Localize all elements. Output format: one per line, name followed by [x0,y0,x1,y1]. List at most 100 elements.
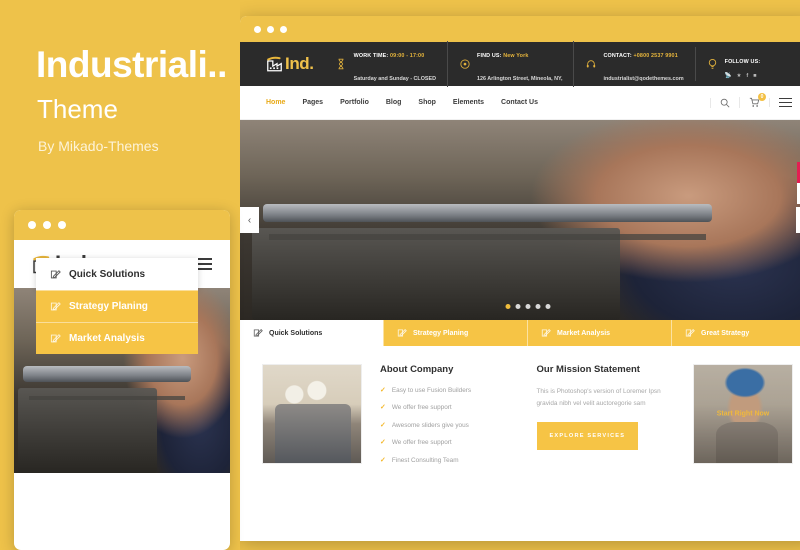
nav-item-shop[interactable]: Shop [418,99,436,106]
edit-square-icon [685,328,695,337]
topbar-find-us: FIND US: New York 126 Arlington Street, … [447,40,573,88]
list-item: ✓ Easy to use Fusion Builders [380,386,519,397]
slider-dot-2[interactable] [515,304,520,309]
nav-item-blog[interactable]: Blog [386,99,402,106]
start-right-now-card[interactable]: Start Right Now [693,364,793,464]
work-time-value: Saturday and Sunday - CLOSED [353,76,436,82]
nav-tools: 0 [710,93,800,108]
check-icon: ✓ [380,386,386,394]
mobile-window-chrome [14,210,230,240]
list-item: ✓ Finest Consulting Team [380,456,519,467]
find-us-label: FIND US: New York [477,52,529,59]
edit-square-icon [253,328,263,337]
tab-market-analysis[interactable]: Market Analysis [527,320,671,346]
mission-paragraph: This is Photoshop's version of Loremer I… [536,387,661,407]
topbar-follow-us: FOLLOW US: 📡 ★ f ■ [694,47,772,81]
social-links[interactable]: 📡 ★ f ■ [725,73,761,81]
edit-square-icon [541,328,551,337]
list-item: ✓ Awesome sliders give yous [380,421,519,432]
window-dot-close[interactable] [28,221,36,229]
nav-item-list: Home Pages Portfolio Blog Shop Elements … [266,99,710,106]
feature-tab-bar: Quick Solutions Strategy Planing Market … [240,320,800,346]
mobile-tab-label: Market Analysis [69,333,145,344]
slider-pagination [505,304,550,309]
factory-icon [267,56,282,72]
mobile-tab-label: Quick Solutions [69,268,146,280]
mobile-tab-market-analysis[interactable]: Market Analysis [36,322,198,354]
slider-dot-4[interactable] [535,304,540,309]
mission-heading: Our Mission Statement [536,364,640,375]
tab-label: Quick Solutions [269,329,323,337]
rss-icon[interactable]: 📡 [725,73,732,81]
instagram-icon[interactable]: ■ [753,73,756,81]
menu-button[interactable] [769,97,800,108]
slider-dot-3[interactable] [525,304,530,309]
tab-quick-solutions[interactable]: Quick Solutions [240,320,383,346]
check-icon: ✓ [380,439,386,447]
hero-slider: ‹ › ◉ 🛒 [240,120,800,320]
topbar-contact: CONTACT: +0800 2537 9901 industrialist@q… [573,40,694,88]
edit-square-icon [397,328,407,337]
nav-item-home[interactable]: Home [266,99,285,106]
hourglass-icon [336,57,347,71]
window-dot-minimize[interactable] [267,25,274,33]
slider-prev-button[interactable]: ‹ [240,207,259,233]
workers-photo-image [263,365,361,463]
window-dot-close[interactable] [254,25,261,33]
topbar-work-time: WORK TIME: 09:00 - 17:00 Saturday and Su… [336,41,447,87]
tab-great-strategy[interactable]: Great Strategy [671,320,800,346]
slider-dot-5[interactable] [545,304,550,309]
check-icon: ✓ [380,404,386,412]
tab-label: Strategy Planing [413,329,469,337]
page-title: Industriali.. [36,44,227,85]
mobile-tab-list: Quick Solutions Strategy Planing Market … [36,258,198,354]
mobile-tab-quick-solutions[interactable]: Quick Solutions [36,258,198,290]
page-subtitle: Theme [37,94,118,124]
search-button[interactable] [710,97,739,108]
nav-item-pages[interactable]: Pages [302,99,323,106]
facebook-icon[interactable]: f [746,73,748,81]
mobile-tab-strategy-planing[interactable]: Strategy Planing [36,290,198,322]
nav-item-portfolio[interactable]: Portfolio [340,99,369,106]
site-topbar: Ind. WORK TIME: 09:00 - 17:00 Saturday a… [240,40,800,88]
site-logo[interactable]: Ind. [266,54,314,74]
bulb-icon [707,57,718,71]
site-logo-text: Ind. [285,54,314,73]
machinist-photo [240,120,800,320]
twitter-icon[interactable]: ★ [736,73,741,81]
tab-label: Market Analysis [557,329,611,337]
check-icon: ✓ [380,456,386,464]
author-credit: By Mikado-Themes [38,138,159,154]
slider-next-button[interactable]: › [796,207,800,233]
slider-dot-1[interactable] [505,304,510,309]
mission-statement-column: Our Mission Statement This is Photoshop'… [536,364,676,473]
search-icon [720,98,730,107]
browser-window-chrome [240,16,800,42]
nav-item-elements[interactable]: Elements [453,99,484,106]
window-dot-maximize[interactable] [58,221,66,229]
main-navigation: Home Pages Portfolio Blog Shop Elements … [240,86,800,120]
map-pin-icon [459,57,470,71]
list-item: ✓ We offer free support [380,438,519,449]
find-us-address: 126 Arlington Street, Mineola, NY, [477,76,563,82]
start-right-now-label: Start Right Now [716,410,770,418]
window-dot-minimize[interactable] [43,221,51,229]
mobile-tab-label: Strategy Planing [69,301,148,312]
tab-content-panel: About Company ✓ Easy to use Fusion Builde… [240,346,800,474]
workers-photo [262,364,362,464]
tab-strategy-planing[interactable]: Strategy Planing [383,320,527,346]
nav-item-contact-us[interactable]: Contact Us [501,99,538,106]
edit-square-icon [50,302,61,311]
window-dot-maximize[interactable] [280,25,287,33]
about-company-heading: About Company [380,364,454,375]
about-company-list: ✓ Easy to use Fusion Builders ✓ We offer f… [380,386,519,467]
headset-icon [585,57,596,71]
edit-square-icon [50,269,61,278]
check-icon: ✓ [380,421,386,429]
explore-services-button[interactable]: EXPLORE SERVICES [536,421,639,451]
follow-us-label: FOLLOW US: [724,59,761,66]
contact-email: industrialist@qodethemes.com [603,76,684,82]
cart-button[interactable]: 0 [739,93,769,108]
tab-label: Great Strategy [701,329,750,337]
desktop-preview: Ind. WORK TIME: 09:00 - 17:00 Saturday a… [240,16,800,541]
